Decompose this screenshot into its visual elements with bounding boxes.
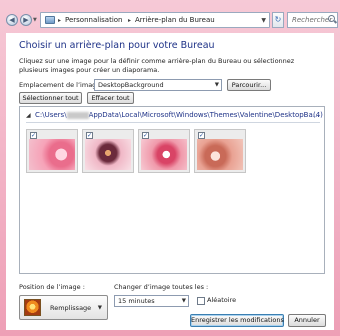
breadcrumb-personnalisation[interactable]: Personnalisation: [65, 16, 122, 25]
thumbnail-checkbox[interactable]: ✓: [142, 132, 149, 139]
breadcrumb-arriere-plan[interactable]: Arrière-plan du Bureau: [135, 16, 215, 25]
page-description: Cliquez sur une image pour la définir co…: [19, 57, 295, 74]
wallpaper-thumbnail[interactable]: ✓: [26, 129, 78, 173]
thumbnail-checkbox[interactable]: ✓: [198, 132, 205, 139]
back-arrow-icon: ◀: [9, 16, 15, 24]
wallpaper-image: [141, 139, 187, 170]
wallpaper-thumbnail[interactable]: ✓: [82, 129, 134, 173]
refresh-button[interactable]: ↻: [272, 12, 284, 28]
forward-arrow-icon: ▶: [23, 16, 29, 24]
wallpaper-image: [197, 139, 243, 170]
back-button[interactable]: ◀: [6, 14, 18, 26]
page-title: Choisir un arrière-plan pour votre Burea…: [19, 40, 215, 51]
search-input[interactable]: Rechercher: [287, 12, 338, 28]
group-image-count: (4): [313, 111, 323, 119]
group-folder-path[interactable]: C:\Users\ AppData\Local\Microsoft\Windows…: [35, 111, 319, 120]
wallpaper-image: [85, 139, 131, 170]
forward-button[interactable]: ▶: [20, 14, 32, 26]
save-button[interactable]: Enregistrer les modifications: [190, 314, 284, 327]
browse-button[interactable]: Parcourir...: [227, 79, 271, 91]
group-path-suffix: AppData\Local\Microsoft\Windows\Themes\V…: [88, 111, 320, 119]
control-panel-icon: [45, 16, 55, 24]
clear-all-button[interactable]: Effacer tout: [87, 92, 134, 104]
redacted-username: [66, 111, 89, 119]
collapse-group-icon[interactable]: ◢: [26, 112, 31, 120]
wallpaper-thumbnail[interactable]: ✓: [194, 129, 246, 173]
location-label: Emplacement de l’image :: [19, 81, 105, 89]
interval-label: Changer d’image toutes les :: [114, 283, 209, 291]
address-dropdown-icon[interactable]: ▼: [261, 16, 266, 25]
thumbnail-checkbox[interactable]: ✓: [30, 132, 37, 139]
window: ◀ ▶ ▼ ▸ Personnalisation ▸ Arrière-plan …: [0, 0, 340, 336]
cancel-button[interactable]: Annuler: [288, 314, 326, 327]
location-value: DesktopBackground: [98, 81, 164, 89]
refresh-icon: ↻: [274, 15, 282, 24]
position-value: Remplissage: [50, 304, 92, 312]
thumbnail-checkbox[interactable]: ✓: [86, 132, 93, 139]
group-path-prefix: C:\Users\: [35, 111, 67, 119]
wallpaper-thumbnail[interactable]: ✓: [138, 129, 190, 173]
wallpaper-image: [29, 139, 75, 170]
select-all-button[interactable]: Sélectionner tout: [19, 92, 82, 104]
chevron-down-icon: ▼: [97, 305, 102, 311]
shuffle-checkbox[interactable]: [197, 297, 205, 305]
content-panel: Choisir un arrière-plan pour votre Burea…: [6, 33, 334, 330]
address-bar[interactable]: ▸ Personnalisation ▸ Arrière-plan du Bur…: [40, 12, 270, 28]
position-label: Position de l’image :: [19, 283, 85, 291]
breadcrumb-separator: ▸: [128, 17, 132, 24]
interval-value: 15 minutes: [118, 297, 155, 305]
picture-position-select[interactable]: Remplissage ▼: [19, 295, 108, 320]
breadcrumb-separator: ▸: [58, 17, 62, 24]
chevron-down-icon: ▼: [181, 298, 186, 304]
position-preview-icon: [24, 299, 41, 316]
navigation-bar: ◀ ▶ ▼ ▸ Personnalisation ▸ Arrière-plan …: [0, 0, 340, 36]
chevron-down-icon: ▼: [214, 82, 219, 88]
recent-pages-dropdown-icon[interactable]: ▼: [33, 17, 38, 23]
location-select[interactable]: DesktopBackground ▼: [94, 79, 222, 91]
group-divider: [26, 122, 320, 123]
search-placeholder: Rechercher: [292, 16, 333, 24]
shuffle-label: Aléatoire: [207, 296, 237, 304]
interval-select[interactable]: 15 minutes ▼: [114, 295, 189, 307]
search-icon[interactable]: [328, 15, 335, 22]
image-gallery: ◢ C:\Users\ AppData\Local\Microsoft\Windo…: [19, 106, 325, 274]
